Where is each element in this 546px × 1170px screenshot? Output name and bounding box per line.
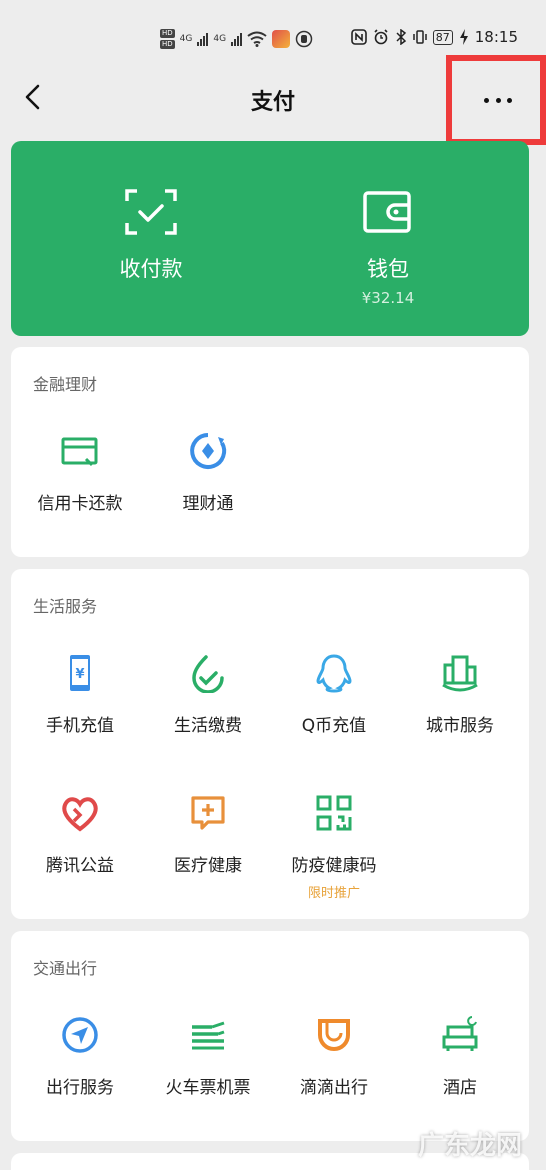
alarm-icon xyxy=(374,29,388,45)
city-service-button[interactable]: 城市服务 xyxy=(395,653,525,736)
status-right: 87 18:15 xyxy=(350,28,518,46)
travel-service-button[interactable]: 出行服务 xyxy=(15,1015,145,1098)
bill-pay-button[interactable]: 生活缴费 xyxy=(143,653,273,736)
hd-badge-2: HD xyxy=(160,40,175,49)
travel-service-label: 出行服务 xyxy=(46,1078,114,1098)
vibrate-icon xyxy=(413,30,427,44)
wealth-icon xyxy=(190,433,227,469)
hand-icon xyxy=(295,30,313,48)
medical-icon xyxy=(191,796,225,830)
health-code-label: 防疫健康码 xyxy=(291,856,377,876)
city-service-label: 城市服务 xyxy=(426,716,494,736)
charity-button[interactable]: 腾讯公益 xyxy=(15,793,145,876)
svg-text:¥: ¥ xyxy=(75,667,84,682)
more-button-highlight xyxy=(446,55,546,145)
transport-section: 交通出行 出行服务 火车票机票 滴滴出行 酒店 xyxy=(11,931,529,1141)
hotel-bed-icon xyxy=(442,1016,478,1051)
bill-pay-label: 生活缴费 xyxy=(174,716,242,736)
finance-section-title: 金融理财 xyxy=(33,375,98,394)
promo-tag: 限时推广 xyxy=(307,886,360,901)
train-icon xyxy=(192,1021,225,1050)
charity-label: 腾讯公益 xyxy=(46,856,114,876)
train-flight-button[interactable]: 火车票机票 xyxy=(143,1015,273,1098)
didi-icon xyxy=(318,1019,350,1051)
life-services-section: 生活服务 ¥ 手机充值 生活缴费 Q币充值 城市服务 腾讯公益 医疗健康 防疫健… xyxy=(11,569,529,919)
network-label-2: 4G xyxy=(213,34,227,44)
qq-coin-icon xyxy=(316,654,352,693)
phone-recharge-icon: ¥ xyxy=(70,655,90,691)
phone-recharge-label: 手机充值 xyxy=(46,716,114,736)
health-code-button[interactable]: 防疫健康码 限时推广 xyxy=(269,793,399,901)
finance-section: 金融理财 信用卡还款 理财通 xyxy=(11,347,529,557)
payment-hero-card: 收付款 钱包 ¥32.14 xyxy=(11,141,529,336)
wallet-label: 钱包 xyxy=(367,257,409,281)
signal-icon xyxy=(197,32,209,46)
credit-card-icon xyxy=(61,437,98,467)
nfc-icon xyxy=(350,29,367,45)
hotel-button[interactable]: 酒店 xyxy=(395,1015,525,1098)
qq-coin-button[interactable]: Q币充值 xyxy=(269,653,399,736)
qq-coin-label: Q币充值 xyxy=(301,716,367,736)
bill-pay-icon xyxy=(192,655,224,694)
didi-label: 滴滴出行 xyxy=(300,1078,368,1098)
bluetooth-icon xyxy=(396,29,406,45)
clock-time: 18:15 xyxy=(474,28,518,46)
game-app-icon xyxy=(272,30,291,48)
medical-label: 医疗健康 xyxy=(174,856,242,876)
signal-icon-2 xyxy=(231,32,243,46)
hd-badges: HD HD xyxy=(160,29,175,49)
charity-heart-icon xyxy=(62,797,98,832)
transport-section-title: 交通出行 xyxy=(33,959,98,978)
collect-pay-label: 收付款 xyxy=(119,257,183,281)
navigation-icon xyxy=(62,1017,98,1053)
scan-check-icon xyxy=(125,189,177,235)
watermark-text: 广东龙网 xyxy=(417,1131,522,1161)
credit-card-repay-label: 信用卡还款 xyxy=(37,494,123,514)
train-flight-label: 火车票机票 xyxy=(165,1078,251,1098)
city-service-icon xyxy=(442,655,478,692)
wallet-icon xyxy=(363,191,411,233)
battery-level: 87 xyxy=(432,29,453,45)
network-label-1: 4G xyxy=(179,34,193,44)
credit-card-repay-button[interactable]: 信用卡还款 xyxy=(15,431,145,514)
medical-button[interactable]: 医疗健康 xyxy=(143,793,273,876)
life-section-title: 生活服务 xyxy=(33,597,98,616)
wealth-label: 理财通 xyxy=(182,494,234,514)
hd-badge-1: HD xyxy=(160,29,175,38)
didi-button[interactable]: 滴滴出行 xyxy=(269,1015,399,1098)
charging-icon xyxy=(459,29,468,45)
phone-recharge-button[interactable]: ¥ 手机充值 xyxy=(15,653,145,736)
status-left: HD HD 4G 4G xyxy=(160,26,313,52)
wifi-icon xyxy=(247,31,267,47)
wallet-button[interactable]: 钱包 ¥32.14 xyxy=(288,141,488,307)
collect-pay-button[interactable]: 收付款 xyxy=(51,141,251,283)
wealth-button[interactable]: 理财通 xyxy=(143,431,273,514)
wallet-balance: ¥32.14 xyxy=(361,289,415,307)
hotel-label: 酒店 xyxy=(443,1078,477,1098)
more-dots-icon[interactable] xyxy=(484,93,512,107)
qr-code-icon xyxy=(316,795,352,831)
